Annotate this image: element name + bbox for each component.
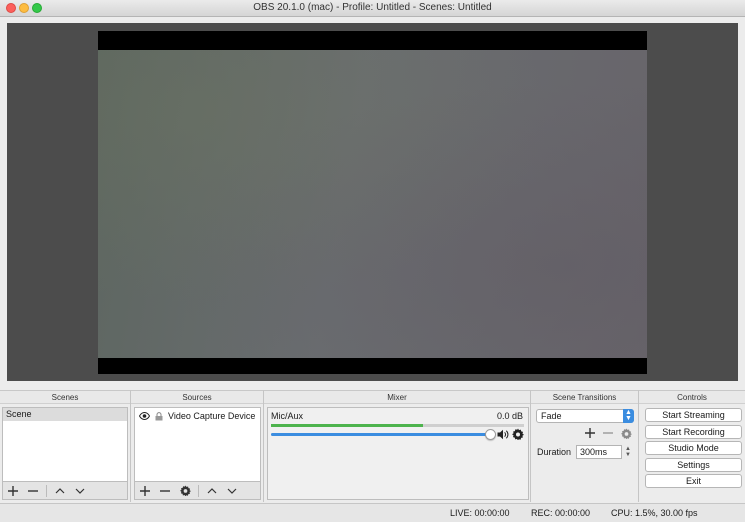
gear-icon	[620, 427, 632, 439]
sources-list[interactable]: Video Capture Device	[134, 407, 261, 482]
move-scene-up-button[interactable]	[50, 483, 70, 499]
video-capture-preview	[98, 50, 647, 358]
minus-icon	[160, 489, 170, 492]
volume-meter	[271, 424, 524, 427]
updown-arrow-icon: ▲ ▼	[623, 409, 634, 423]
source-properties-button[interactable]	[175, 483, 195, 499]
status-bar: LIVE: 00:00:00 REC: 00:00:00 CPU: 1.5%, …	[0, 503, 745, 522]
studio-mode-button[interactable]: Studio Mode	[645, 441, 742, 455]
volume-slider[interactable]	[271, 433, 491, 436]
toolbar-separator	[46, 484, 47, 497]
plus-icon	[140, 485, 150, 496]
mixer-header: Mixer	[264, 390, 530, 404]
settings-button[interactable]: Settings	[645, 458, 742, 472]
mixer-channel: Mic/Aux 0.0 dB	[267, 407, 529, 500]
scene-item[interactable]: Scene	[3, 408, 127, 421]
chevron-up-icon	[55, 487, 65, 493]
rec-status: REC: 00:00:00	[531, 508, 591, 518]
add-scene-button[interactable]	[3, 483, 23, 499]
eye-icon[interactable]	[139, 412, 150, 420]
preview-area[interactable]	[7, 23, 738, 381]
mixer-channel-name: Mic/Aux	[271, 411, 304, 421]
volume-slider-fill	[271, 433, 491, 436]
window-title: OBS 20.1.0 (mac) - Profile: Untitled - S…	[253, 2, 492, 13]
mixer-channel-db: 0.0 dB	[496, 411, 523, 421]
remove-transition-button[interactable]	[598, 425, 618, 441]
source-item[interactable]: Video Capture Device	[135, 408, 260, 424]
lock-icon[interactable]	[155, 411, 163, 421]
volume-slider-knob[interactable]	[485, 429, 496, 440]
scenes-list[interactable]: Scene	[2, 407, 128, 482]
start-streaming-button[interactable]: Start Streaming	[645, 408, 742, 422]
scenes-header: Scenes	[0, 390, 130, 404]
duration-input[interactable]: 300ms	[576, 445, 622, 459]
sources-header: Sources	[131, 390, 263, 404]
gear-icon[interactable]	[512, 428, 524, 440]
duration-label: Duration	[537, 447, 572, 457]
plus-icon	[8, 485, 18, 496]
start-recording-button[interactable]: Start Recording	[645, 425, 742, 439]
toolbar-separator	[198, 484, 199, 497]
transitions-header: Scene Transitions	[531, 390, 638, 404]
add-source-button[interactable]	[135, 483, 155, 499]
title-bar: OBS 20.1.0 (mac) - Profile: Untitled - S…	[0, 0, 745, 17]
move-source-up-button[interactable]	[202, 483, 222, 499]
controls-header: Controls	[639, 390, 745, 404]
plus-icon	[585, 428, 595, 438]
speaker-icon[interactable]	[497, 429, 509, 440]
minus-icon	[28, 489, 38, 492]
gear-icon	[179, 485, 191, 496]
transition-properties-button[interactable]	[616, 425, 636, 441]
minus-icon	[603, 432, 613, 434]
source-item-label: Video Capture Device	[168, 411, 256, 421]
remove-scene-button[interactable]	[23, 483, 43, 499]
duration-stepper[interactable]: ▲ ▼	[624, 445, 632, 459]
chevron-down-icon	[227, 488, 237, 494]
add-transition-button[interactable]	[580, 425, 600, 441]
scenes-toolbar	[2, 482, 128, 500]
chevron-up-icon	[207, 487, 217, 493]
live-status: LIVE: 00:00:00	[450, 508, 510, 518]
video-frame	[98, 31, 647, 374]
cpu-status: CPU: 1.5%, 30.00 fps	[611, 508, 698, 518]
move-scene-down-button[interactable]	[70, 483, 90, 499]
chevron-down-icon	[75, 488, 85, 494]
sources-toolbar	[134, 482, 261, 500]
move-source-down-button[interactable]	[222, 483, 242, 499]
volume-meter-level	[271, 424, 423, 427]
exit-button[interactable]: Exit	[645, 474, 742, 488]
remove-source-button[interactable]	[155, 483, 175, 499]
transition-select[interactable]: Fade ▲ ▼	[536, 409, 634, 423]
transition-select-value: Fade	[541, 411, 562, 421]
